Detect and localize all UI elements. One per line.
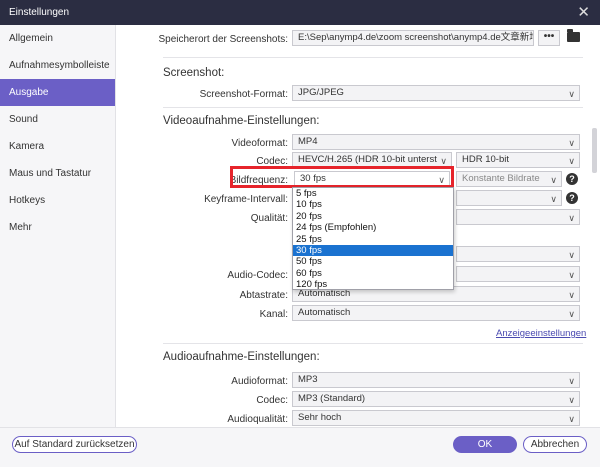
chevron-down-icon: ∨ — [568, 309, 575, 319]
sidebar-item-allgemein[interactable]: Allgemein — [0, 25, 115, 52]
chevron-down-icon: ∨ — [550, 194, 557, 204]
chevron-down-icon: ∨ — [568, 213, 575, 223]
screenshot-format-value: JPG/JPEG — [298, 87, 344, 98]
divider — [163, 343, 583, 344]
bitrate-mode-value: Konstante Bildrate — [462, 173, 540, 184]
hidden-select[interactable]: ∨ — [456, 246, 580, 262]
screenshot-format-label: Screenshot-Format: — [199, 89, 288, 100]
video-heading: Videoaufnahme-Einstellungen: — [163, 115, 320, 127]
keyframe-label: Keyframe-Intervall: — [204, 194, 288, 205]
audio-codec-label: Audio-Codec: — [227, 270, 288, 281]
fps-option[interactable]: 60 fps — [293, 268, 453, 279]
window-title: Einstellungen — [9, 7, 70, 18]
browse-button[interactable]: ••• — [538, 30, 560, 46]
audio-quality-value: Sehr hoch — [298, 412, 342, 423]
scrollbar[interactable] — [592, 128, 597, 173]
sidebar-item-ausgabe[interactable]: Ausgabe — [0, 79, 115, 106]
fps-option[interactable]: 10 fps — [293, 199, 453, 210]
chevron-down-icon: ∨ — [568, 89, 575, 99]
audio-codec-label: Codec: — [256, 395, 288, 406]
audio-format-value: MP3 — [298, 374, 318, 385]
screenshot-format-select[interactable]: JPG/JPEG ∨ — [292, 85, 580, 101]
help-icon[interactable]: ? — [566, 173, 578, 185]
audio-quality-select[interactable]: Sehr hoch ∨ — [292, 410, 580, 426]
highlight-box — [230, 166, 454, 188]
sample-rate-label: Abtastrate: — [239, 290, 288, 301]
fps-option[interactable]: 25 fps — [293, 234, 453, 245]
audio-codec-select[interactable]: ∨ — [456, 266, 580, 282]
fps-option[interactable]: 24 fps (Empfohlen) — [293, 222, 453, 233]
folder-icon[interactable] — [567, 29, 580, 42]
ok-button[interactable]: OK — [453, 436, 517, 453]
channel-select[interactable]: Automatisch ∨ — [292, 305, 580, 321]
audio-codec-value: MP3 (Standard) — [298, 393, 366, 404]
reset-defaults-button[interactable]: Auf Standard zurücksetzen — [12, 436, 137, 453]
divider — [163, 107, 583, 108]
fps-option[interactable]: 50 fps — [293, 256, 453, 267]
bitrate-mode-select[interactable]: Konstante Bildrate ∨ — [456, 171, 562, 187]
chevron-down-icon: ∨ — [568, 414, 575, 424]
help-icon[interactable]: ? — [566, 192, 578, 204]
audio-quality-label: Audioqualität: — [227, 414, 288, 425]
sidebar-item-mehr[interactable]: Mehr — [0, 214, 115, 241]
sidebar-item-kamera[interactable]: Kamera — [0, 133, 115, 160]
cancel-button[interactable]: Abbrechen — [523, 436, 587, 453]
audio-format-label: Audioformat: — [231, 376, 288, 387]
channel-value: Automatisch — [298, 307, 351, 318]
quality-label: Qualität: — [250, 213, 288, 224]
audio-heading: Audioaufnahme-Einstellungen: — [163, 351, 320, 363]
video-format-value: MP4 — [298, 136, 318, 147]
hdr-select[interactable]: HDR 10-bit ∨ — [456, 152, 580, 168]
fps-option[interactable]: 20 fps — [293, 211, 453, 222]
audio-codec-select[interactable]: MP3 (Standard) ∨ — [292, 391, 580, 407]
audio-format-select[interactable]: MP3 ∨ — [292, 372, 580, 388]
fps-option-selected[interactable]: 30 fps — [293, 244, 453, 257]
display-settings-link[interactable]: Anzeigeeinstellungen — [496, 328, 586, 339]
sidebar-item-hotkeys[interactable]: Hotkeys — [0, 187, 115, 214]
screenshots-location-field[interactable]: E:\Sep\anymp4.de\zoom screenshot\anymp4.… — [292, 30, 534, 46]
chevron-down-icon: ∨ — [550, 175, 557, 185]
divider — [163, 57, 583, 58]
chevron-down-icon: ∨ — [568, 138, 575, 148]
fps-option[interactable]: 120 fps — [293, 279, 453, 289]
chevron-down-icon: ∨ — [568, 395, 575, 405]
channel-label: Kanal: — [259, 309, 288, 320]
chevron-down-icon: ∨ — [568, 270, 575, 280]
screenshots-location-label: Speicherort der Screenshots: — [158, 34, 288, 45]
keyframe-select[interactable]: ∨ — [456, 190, 562, 206]
video-codec-value: HEVC/H.265 (HDR 10-bit unterst — [298, 154, 437, 165]
sidebar: Allgemein Aufnahmesymbolleiste Ausgabe S… — [0, 25, 116, 467]
fps-dropdown-list: 5 fps 10 fps 20 fps 24 fps (Empfohlen) 2… — [292, 187, 454, 290]
quality-select[interactable]: ∨ — [456, 209, 580, 225]
sidebar-item-sound[interactable]: Sound — [0, 106, 115, 133]
screenshot-heading: Screenshot: — [163, 67, 225, 79]
hdr-value: HDR 10-bit — [462, 154, 509, 165]
title-bar: Einstellungen ✕ — [0, 0, 600, 25]
video-format-select[interactable]: MP4 ∨ — [292, 134, 580, 150]
chevron-down-icon: ∨ — [568, 156, 575, 166]
sidebar-item-maus-und-tastatur[interactable]: Maus und Tastatur — [0, 160, 115, 187]
chevron-down-icon: ∨ — [568, 376, 575, 386]
chevron-down-icon: ∨ — [568, 250, 575, 260]
video-format-label: Videoformat: — [231, 138, 288, 149]
sidebar-item-aufnahmesymbolleiste[interactable]: Aufnahmesymbolleiste — [0, 52, 115, 79]
fps-option[interactable]: 5 fps — [293, 188, 453, 199]
chevron-down-icon: ∨ — [568, 290, 575, 300]
close-icon[interactable]: ✕ — [577, 3, 590, 21]
screenshots-location-value: E:\Sep\anymp4.de\zoom screenshot\anymp4.… — [298, 32, 534, 43]
